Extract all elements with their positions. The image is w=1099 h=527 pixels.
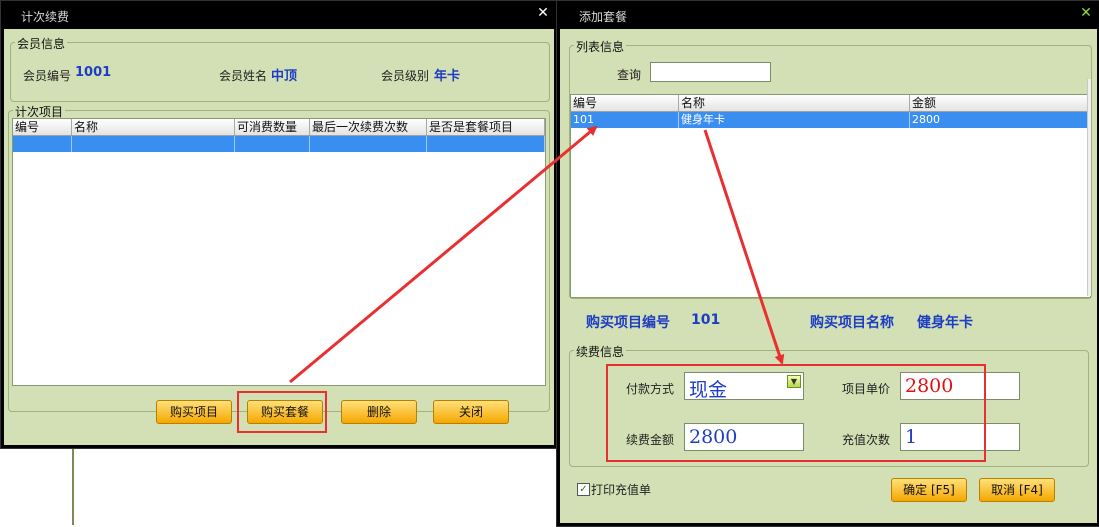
window-title: 计次续费: [21, 10, 70, 24]
member-name-label: 会员姓名: [219, 69, 268, 83]
table-cell: [13, 136, 72, 152]
purchase-no-value: 101: [691, 312, 721, 328]
member-no-label: 会员编号: [23, 69, 72, 83]
check-icon: ✓: [579, 484, 588, 495]
table-cell: [310, 136, 427, 152]
title-bar: 添加套餐 ✕: [557, 1, 1099, 29]
col-header[interactable]: 是否是套餐项目: [427, 119, 545, 135]
close-icon[interactable]: ✕: [535, 4, 551, 22]
buy-item-button[interactable]: 购买项目: [156, 400, 232, 424]
member-name-value: 中顶: [271, 69, 298, 84]
table-cell: 健身年卡: [679, 112, 910, 128]
col-header[interactable]: 名称: [679, 95, 910, 111]
renew-info-label: 续费信息: [574, 343, 627, 360]
table-cell: [427, 136, 545, 152]
highlight-box: [237, 391, 327, 433]
col-header[interactable]: 最后一次续费次数: [310, 119, 427, 135]
close-icon[interactable]: ✕: [1078, 4, 1094, 22]
member-no-value: 1001: [75, 65, 112, 80]
member-level-label: 会员级别: [381, 69, 430, 83]
table-row[interactable]: [13, 136, 545, 152]
renew-window: 计次续费 ✕ 会员信息 会员编号 1001 会员姓名 中顶 会员级别 年卡 计次…: [0, 0, 558, 449]
member-level-value: 年卡: [434, 69, 461, 84]
query-input[interactable]: [650, 62, 771, 82]
table-cell: [72, 136, 235, 152]
cancel-button[interactable]: 取消 [F4]: [979, 478, 1055, 502]
highlight-box: [606, 364, 986, 462]
table-header: 编号 名称 可消费数量 最后一次续费次数 是否是套餐项目: [13, 119, 545, 136]
table-cell: 2800: [910, 112, 1088, 128]
table-cell: 101: [571, 112, 679, 128]
purchase-name-value: 健身年卡: [917, 315, 973, 331]
col-header[interactable]: 编号: [571, 95, 679, 111]
table-header: 编号 名称 金额: [571, 95, 1090, 112]
col-header[interactable]: 金额: [910, 95, 1088, 111]
window-body: 会员信息 会员编号 1001 会员姓名 中顶 会员级别 年卡 计次项目 编号 名…: [4, 29, 554, 445]
items-table: 编号 名称 可消费数量 最后一次续费次数 是否是套餐项目: [12, 118, 546, 386]
table-row[interactable]: 101 健身年卡 2800: [571, 112, 1090, 128]
print-label[interactable]: 打印充值单: [591, 481, 651, 498]
table-cell: [235, 136, 310, 152]
title-bar: 计次续费 ✕: [1, 1, 557, 29]
count-items-group: 计次项目 编号 名称 可消费数量 最后一次续费次数 是否是套餐项目: [8, 103, 550, 412]
member-info-label: 会员信息: [15, 35, 68, 52]
print-checkbox[interactable]: ✓: [577, 483, 590, 496]
member-info-group: 会员信息 会员编号 1001 会员姓名 中顶 会员级别 年卡: [10, 35, 550, 102]
close-button[interactable]: 关闭: [433, 400, 509, 424]
ok-button[interactable]: 确定 [F5]: [891, 478, 967, 502]
col-header[interactable]: 编号: [13, 119, 72, 135]
query-label: 查询: [617, 68, 642, 82]
window-title: 添加套餐: [579, 10, 628, 24]
background-line: [72, 448, 74, 525]
package-table: 编号 名称 金额 101 健身年卡 2800: [570, 94, 1091, 298]
purchase-no-label: 购买项目编号: [586, 315, 670, 331]
purchase-name-label: 购买项目名称: [810, 315, 894, 331]
list-info-group: 列表信息 查询 编号 名称 金额 101 健身年卡 2800: [569, 38, 1092, 299]
list-info-label: 列表信息: [574, 38, 627, 55]
scrollbar[interactable]: [1087, 79, 1091, 296]
delete-button[interactable]: 删除: [341, 400, 417, 424]
col-header[interactable]: 可消费数量: [235, 119, 310, 135]
col-header[interactable]: 名称: [72, 119, 235, 135]
